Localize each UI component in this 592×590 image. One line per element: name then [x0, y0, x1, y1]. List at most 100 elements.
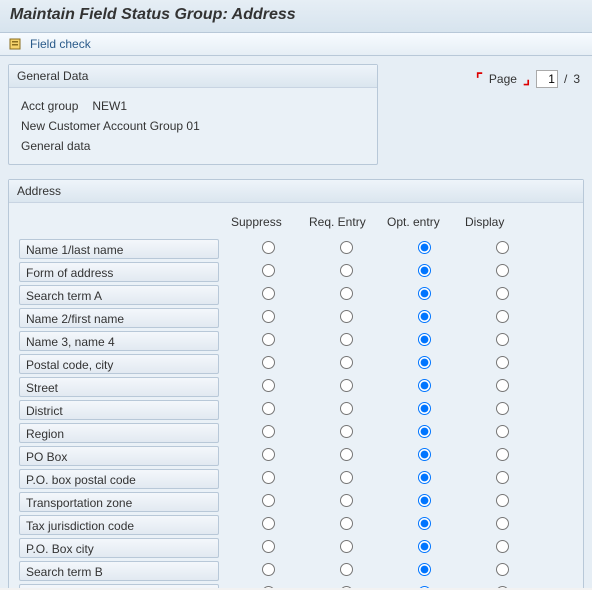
radio-display[interactable]: [496, 402, 509, 415]
radio-req-entry[interactable]: [340, 310, 353, 323]
radio-req-entry[interactable]: [340, 563, 353, 576]
table-row: Search term B: [19, 559, 573, 582]
radio-opt-entry[interactable]: [418, 471, 431, 484]
table-row: c/o name: [19, 582, 573, 588]
radio-opt-entry[interactable]: [418, 586, 431, 589]
radio-suppress[interactable]: [262, 586, 275, 589]
col-suppress: Suppress: [229, 209, 307, 237]
radio-req-entry[interactable]: [340, 379, 353, 392]
radio-opt-entry[interactable]: [418, 241, 431, 254]
table-row: Name 2/first name: [19, 306, 573, 329]
radio-suppress[interactable]: [262, 241, 275, 254]
radio-req-entry[interactable]: [340, 540, 353, 553]
table-row: Postal code, city: [19, 352, 573, 375]
radio-opt-entry[interactable]: [418, 264, 431, 277]
page-input[interactable]: [536, 70, 558, 88]
bracket-left-icon: ⌜: [476, 70, 483, 88]
radio-suppress[interactable]: [262, 540, 275, 553]
field-label: Name 1/last name: [19, 239, 219, 259]
general-line2: New Customer Account Group 01: [21, 116, 365, 136]
radio-suppress[interactable]: [262, 333, 275, 346]
radio-suppress[interactable]: [262, 563, 275, 576]
execute-icon[interactable]: [8, 36, 24, 52]
pager-total: 3: [573, 72, 580, 86]
col-display: Display: [463, 209, 541, 237]
radio-display[interactable]: [496, 540, 509, 553]
radio-suppress[interactable]: [262, 379, 275, 392]
radio-display[interactable]: [496, 310, 509, 323]
field-label: PO Box: [19, 446, 219, 466]
radio-display[interactable]: [496, 333, 509, 346]
radio-display[interactable]: [496, 586, 509, 589]
bracket-right-icon: ⌟: [523, 70, 530, 88]
field-check-link[interactable]: Field check: [30, 37, 91, 51]
radio-suppress[interactable]: [262, 264, 275, 277]
radio-req-entry[interactable]: [340, 517, 353, 530]
radio-req-entry[interactable]: [340, 402, 353, 415]
radio-req-entry[interactable]: [340, 425, 353, 438]
radio-req-entry[interactable]: [340, 471, 353, 484]
radio-display[interactable]: [496, 264, 509, 277]
radio-req-entry[interactable]: [340, 333, 353, 346]
radio-opt-entry[interactable]: [418, 356, 431, 369]
radio-opt-entry[interactable]: [418, 310, 431, 323]
table-row: P.O. box postal code: [19, 467, 573, 490]
radio-display[interactable]: [496, 494, 509, 507]
table-row: Region: [19, 421, 573, 444]
radio-display[interactable]: [496, 563, 509, 576]
field-label: District: [19, 400, 219, 420]
field-label: Postal code, city: [19, 354, 219, 374]
radio-req-entry[interactable]: [340, 356, 353, 369]
field-label: c/o name: [19, 584, 219, 589]
radio-opt-entry[interactable]: [418, 540, 431, 553]
radio-req-entry[interactable]: [340, 241, 353, 254]
table-row: PO Box: [19, 444, 573, 467]
radio-display[interactable]: [496, 471, 509, 484]
radio-suppress[interactable]: [262, 310, 275, 323]
radio-req-entry[interactable]: [340, 586, 353, 589]
radio-opt-entry[interactable]: [418, 287, 431, 300]
radio-suppress[interactable]: [262, 287, 275, 300]
radio-opt-entry[interactable]: [418, 494, 431, 507]
field-label: P.O. Box city: [19, 538, 219, 558]
address-header: Address: [9, 180, 583, 203]
radio-display[interactable]: [496, 517, 509, 530]
radio-opt-entry[interactable]: [418, 563, 431, 576]
radio-req-entry[interactable]: [340, 494, 353, 507]
radio-display[interactable]: [496, 356, 509, 369]
radio-suppress[interactable]: [262, 402, 275, 415]
pager-sep: /: [564, 72, 567, 86]
table-row: District: [19, 398, 573, 421]
col-req-entry: Req. Entry: [307, 209, 385, 237]
pager: ⌜ Page ⌟ / 3: [476, 64, 584, 88]
field-label: Tax jurisdiction code: [19, 515, 219, 535]
radio-suppress[interactable]: [262, 494, 275, 507]
field-label: Search term B: [19, 561, 219, 581]
radio-suppress[interactable]: [262, 471, 275, 484]
radio-display[interactable]: [496, 287, 509, 300]
radio-suppress[interactable]: [262, 448, 275, 461]
field-grid: Suppress Req. Entry Opt. entry Display N…: [9, 203, 583, 588]
content-area: General Data Acct group NEW1 New Custome…: [0, 56, 592, 588]
radio-opt-entry[interactable]: [418, 448, 431, 461]
radio-display[interactable]: [496, 425, 509, 438]
radio-suppress[interactable]: [262, 356, 275, 369]
general-data-header: General Data: [9, 65, 377, 88]
radio-opt-entry[interactable]: [418, 379, 431, 392]
table-row: Tax jurisdiction code: [19, 513, 573, 536]
radio-display[interactable]: [496, 379, 509, 392]
radio-opt-entry[interactable]: [418, 425, 431, 438]
table-row: P.O. Box city: [19, 536, 573, 559]
radio-suppress[interactable]: [262, 517, 275, 530]
radio-display[interactable]: [496, 241, 509, 254]
radio-req-entry[interactable]: [340, 448, 353, 461]
radio-req-entry[interactable]: [340, 264, 353, 277]
radio-req-entry[interactable]: [340, 287, 353, 300]
radio-opt-entry[interactable]: [418, 402, 431, 415]
acct-group-value: NEW1: [92, 96, 127, 116]
radio-suppress[interactable]: [262, 425, 275, 438]
radio-display[interactable]: [496, 448, 509, 461]
radio-opt-entry[interactable]: [418, 333, 431, 346]
general-data-box: General Data Acct group NEW1 New Custome…: [8, 64, 378, 165]
radio-opt-entry[interactable]: [418, 517, 431, 530]
